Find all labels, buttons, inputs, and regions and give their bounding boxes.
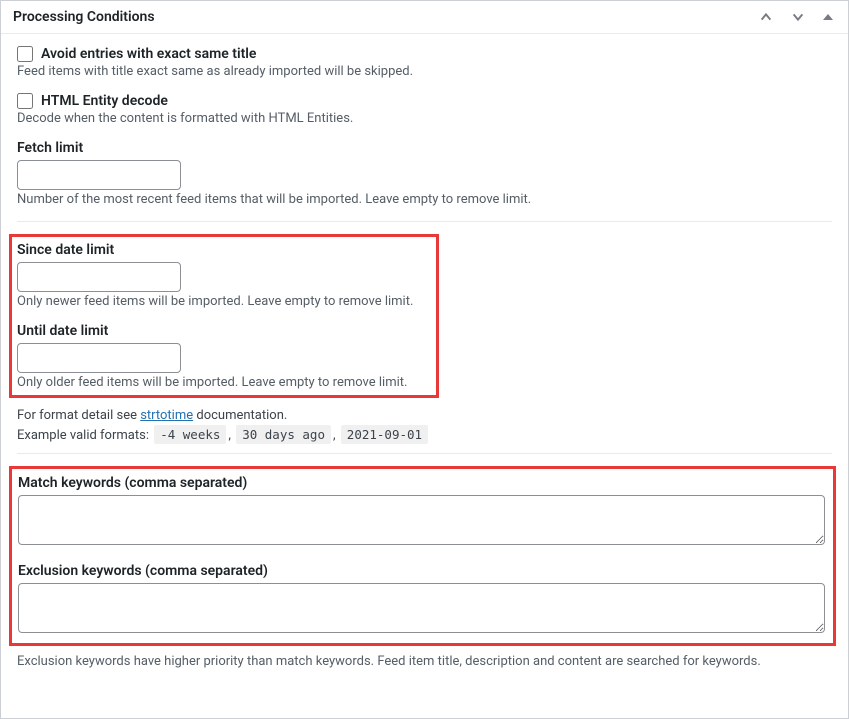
until-date-desc: Only older feed items will be imported. … — [17, 375, 431, 390]
since-date-desc: Only newer feed items will be imported. … — [17, 294, 431, 309]
avoid-same-title-checkbox[interactable] — [17, 46, 33, 62]
fetch-limit-input[interactable] — [17, 160, 181, 190]
example-chip-3: 2021-09-01 — [341, 425, 428, 444]
until-date-label: Until date limit — [17, 323, 431, 339]
triangle-up-icon — [822, 11, 834, 23]
processing-conditions-panel: Processing Conditions Avoid entries with… — [0, 0, 849, 719]
example-label: Example valid formats: — [17, 428, 152, 443]
fetch-limit-label: Fetch limit — [17, 140, 832, 156]
html-entity-decode-label[interactable]: HTML Entity decode — [41, 93, 168, 109]
html-entity-decode-desc: Decode when the content is formatted wit… — [17, 111, 832, 126]
chevron-down-icon — [790, 10, 806, 24]
fetch-limit-desc: Number of the most recent feed items tha… — [17, 192, 832, 207]
example-chip-1: -4 weeks — [154, 425, 226, 444]
since-date-field: Since date limit Only newer feed items w… — [17, 242, 431, 309]
since-date-input[interactable] — [17, 262, 181, 292]
format-detail-line: For format detail see strtotime document… — [17, 408, 832, 423]
match-keywords-field: Match keywords (comma separated) — [18, 475, 825, 549]
chevron-up-icon — [758, 10, 774, 24]
panel-header: Processing Conditions — [1, 1, 848, 34]
exclusion-keywords-textarea[interactable] — [18, 583, 825, 633]
divider — [17, 221, 832, 222]
exclusion-keywords-label: Exclusion keywords (comma separated) — [18, 563, 825, 579]
keywords-priority-note: Exclusion keywords have higher priority … — [17, 654, 832, 669]
panel-title: Processing Conditions — [13, 9, 155, 25]
until-date-field: Until date limit Only older feed items w… — [17, 323, 431, 390]
divider — [17, 453, 832, 454]
until-date-input[interactable] — [17, 343, 181, 373]
keywords-highlight: Match keywords (comma separated) Exclusi… — [9, 466, 836, 646]
panel-controls — [756, 8, 836, 26]
move-up-button[interactable] — [756, 8, 776, 26]
toggle-collapse-button[interactable] — [820, 9, 836, 25]
example-chip-2: 30 days ago — [236, 425, 331, 444]
avoid-same-title-label[interactable]: Avoid entries with exact same title — [41, 46, 256, 62]
format-suffix: documentation. — [193, 408, 287, 423]
format-example-line: Example valid formats: -4 weeks, 30 days… — [17, 427, 832, 443]
move-down-button[interactable] — [788, 8, 808, 26]
fetch-limit-field: Fetch limit Number of the most recent fe… — [17, 140, 832, 207]
avoid-same-title-field: Avoid entries with exact same title Feed… — [17, 46, 832, 79]
match-keywords-textarea[interactable] — [18, 495, 825, 545]
exclusion-keywords-field: Exclusion keywords (comma separated) — [18, 563, 825, 637]
avoid-same-title-desc: Feed items with title exact same as alre… — [17, 64, 832, 79]
strtotime-link[interactable]: strtotime — [140, 408, 193, 423]
format-prefix: For format detail see — [17, 408, 140, 423]
panel-body: Avoid entries with exact same title Feed… — [1, 34, 848, 681]
since-date-label: Since date limit — [17, 242, 431, 258]
date-limits-highlight: Since date limit Only newer feed items w… — [9, 234, 439, 398]
html-entity-decode-checkbox[interactable] — [17, 93, 33, 109]
html-entity-decode-field: HTML Entity decode Decode when the conte… — [17, 93, 832, 126]
match-keywords-label: Match keywords (comma separated) — [18, 475, 825, 491]
